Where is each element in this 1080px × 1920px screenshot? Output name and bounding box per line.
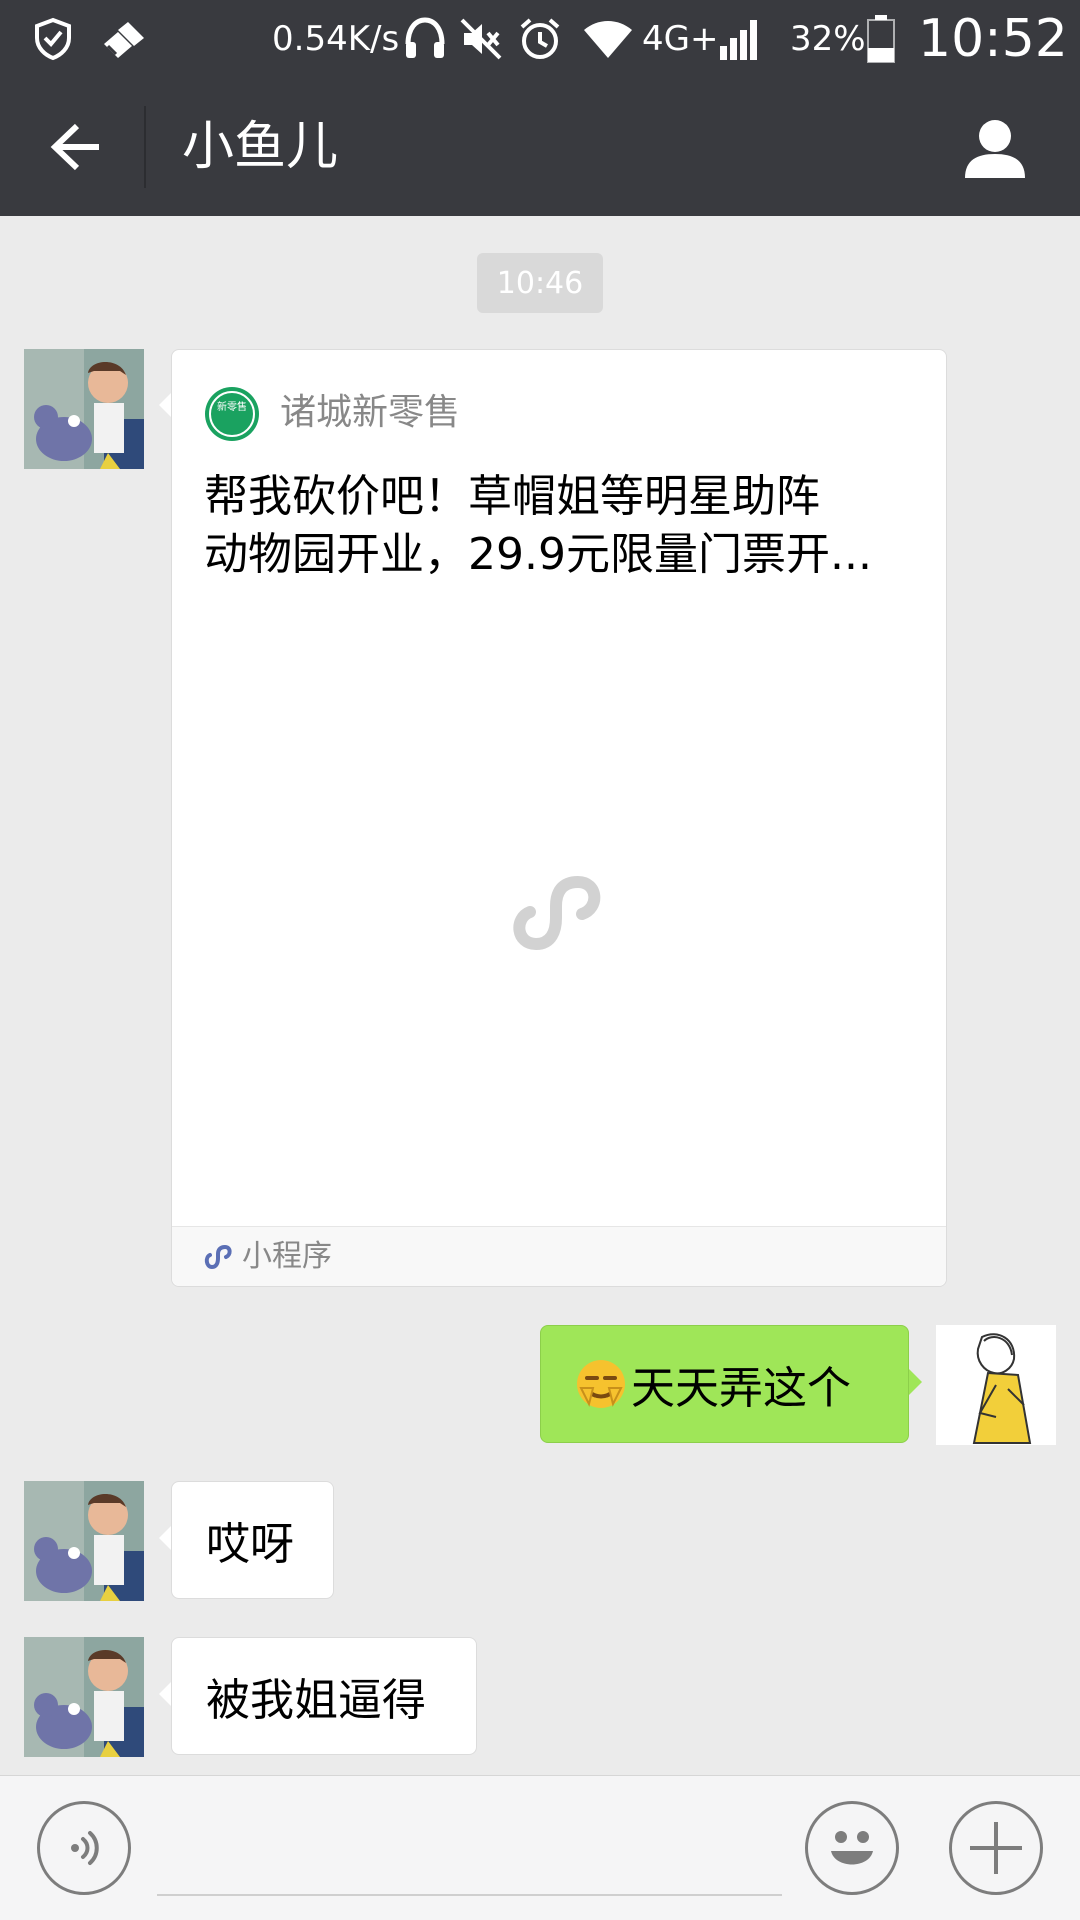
contact-avatar[interactable] — [24, 1637, 144, 1757]
mini-program-footer: 小程序 — [172, 1226, 946, 1286]
back-button[interactable] — [30, 112, 120, 182]
chat-info-button[interactable] — [950, 108, 1040, 188]
logo-text: 新零售 — [217, 400, 247, 413]
arrow-left-icon — [50, 123, 99, 171]
network-speed: 0.54K/s — [272, 19, 400, 59]
message-text: 被我姐逼得 — [206, 1675, 426, 1726]
my-avatar[interactable] — [936, 1325, 1056, 1445]
headset-icon — [400, 0, 450, 78]
battery-percent: 32% — [790, 19, 866, 59]
mini-program-card[interactable]: 新零售 诸城新零售 帮我砍价吧！草帽姐等明星助阵 动物园开业，29.9元限量门票… — [171, 349, 947, 1287]
status-bar: 0.54K/s 4G+ 32% 10:52 — [0, 0, 1080, 78]
mini-program-label: 小程序 — [242, 1239, 332, 1274]
voice-icon — [71, 1831, 99, 1865]
input-bar — [0, 1775, 1080, 1920]
smiley-icon — [831, 1831, 873, 1865]
battery-icon — [866, 0, 896, 78]
message-timestamp: 10:46 — [477, 253, 603, 313]
title-line: 动物园开业，29.9元限量门票开... — [204, 529, 872, 580]
voice-button[interactable] — [37, 1801, 131, 1895]
clock: 10:52 — [918, 9, 1068, 69]
message-text: 天天弄这个 — [631, 1363, 851, 1414]
more-button[interactable] — [949, 1801, 1043, 1895]
header-divider — [144, 106, 146, 188]
mini-program-placeholder-icon — [502, 860, 612, 970]
contact-message-bubble[interactable]: 哎呀 — [171, 1481, 334, 1599]
alarm-icon — [516, 0, 564, 78]
title-line: 帮我砍价吧！草帽姐等明星助阵 — [204, 471, 820, 522]
contact-message-bubble[interactable]: 被我姐逼得 — [171, 1637, 477, 1755]
broom-icon — [98, 0, 150, 78]
mini-program-logo: 新零售 — [204, 386, 260, 442]
message-text: 哎呀 — [206, 1519, 294, 1570]
smirk-emoji — [575, 1358, 627, 1410]
network-type: 4G+ — [642, 19, 719, 59]
page-title: 小鱼儿 — [182, 117, 339, 177]
signal-icon — [718, 0, 764, 78]
mini-program-title: 帮我砍价吧！草帽姐等明星助阵 动物园开业，29.9元限量门票开... — [204, 468, 919, 584]
my-message-bubble[interactable]: 天天弄这个 — [540, 1325, 909, 1443]
mute-icon — [458, 0, 504, 78]
bubble-tail — [909, 1369, 922, 1395]
mini-program-icon — [202, 1241, 234, 1273]
mini-program-source: 诸城新零售 — [280, 392, 461, 433]
wifi-icon — [582, 0, 634, 78]
message-input[interactable] — [157, 1894, 782, 1896]
person-icon — [965, 120, 1025, 178]
chat-header: 小鱼儿 — [0, 78, 1080, 216]
contact-avatar[interactable] — [24, 1481, 144, 1601]
shield-icon — [30, 0, 76, 78]
emoji-button[interactable] — [805, 1801, 899, 1895]
contact-avatar[interactable] — [24, 349, 144, 469]
plus-icon — [970, 1822, 1022, 1874]
